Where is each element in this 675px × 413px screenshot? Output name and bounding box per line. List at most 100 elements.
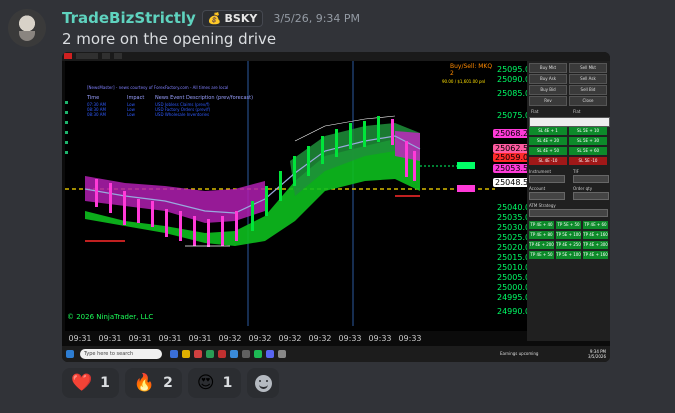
order-button[interactable]: Buy Ask <box>529 74 567 84</box>
time-axis-label: 09:31 <box>128 334 152 343</box>
news-row-time: 08:30 AM <box>87 112 106 117</box>
system-clock[interactable]: 9:34 PM 3/5/2026 <box>588 349 606 359</box>
time-axis-label: 09:32 <box>248 334 272 343</box>
server-tag[interactable]: 💰 BSKY <box>201 9 264 27</box>
avatar[interactable] <box>8 9 46 47</box>
app-icon[interactable] <box>206 350 214 358</box>
tp-button[interactable]: TP 4E + 80 <box>529 231 554 239</box>
task-view-icon[interactable] <box>170 350 178 358</box>
app-icon[interactable] <box>278 350 286 358</box>
position-label: Flat <box>531 109 539 114</box>
field-input[interactable] <box>573 192 609 200</box>
buysell-title: Buy/Sell: MKQ 2 <box>450 63 493 77</box>
tp-button[interactable]: TP 4E + 40 <box>529 221 554 229</box>
time-axis-label: 09:33 <box>368 334 392 343</box>
weather-widget[interactable]: Earnings upcoming <box>500 351 538 356</box>
add-reaction-button[interactable] <box>247 368 280 398</box>
app-icon[interactable] <box>194 350 202 358</box>
reaction-fire[interactable]: 🔥 2 <box>124 368 182 398</box>
tp-button[interactable]: TP 4E + 250 <box>556 241 581 249</box>
sl-button[interactable]: SL 5E -10 <box>569 157 607 165</box>
sl-button[interactable]: SL 4E + 1 <box>529 127 567 135</box>
news-header-time: Time <box>87 95 100 101</box>
field-label: Account <box>529 186 546 191</box>
username[interactable]: TradeBizStrictly <box>62 9 196 27</box>
order-button[interactable]: Buy Mkt <box>529 63 567 73</box>
time-axis-label: 09:32 <box>308 334 332 343</box>
news-title: [NewsMaster] - news courtesy of ForexFac… <box>87 85 229 90</box>
order-entry-panel: Buy Mkt Sell Mkt Buy Ask Sell Ask Buy Bid Sel… <box>527 61 610 341</box>
tp-button[interactable]: TP 4E + 200 <box>529 241 554 249</box>
field-label: ATM Strategy <box>529 203 556 208</box>
reaction-count: 1 <box>100 375 110 391</box>
order-button[interactable]: Sell Mkt <box>569 63 607 73</box>
price-axis: 25095.00 25090.00 25085.00 25075.00 25040.00… <box>493 61 536 331</box>
order-button[interactable]: Close <box>569 96 607 106</box>
order-button[interactable]: Sell Bid <box>569 85 607 95</box>
app-logo-icon <box>64 53 72 59</box>
smiley-icon <box>254 374 272 392</box>
reaction-count: 1 <box>222 375 233 391</box>
pnl-readout: 90.00 / $1,601.00 pnl <box>442 79 486 84</box>
tp-button[interactable]: TP 4E + 60 <box>583 221 608 229</box>
news-row-desc: USD Wholesale Inventories <box>155 112 210 117</box>
field-input[interactable] <box>573 175 609 183</box>
reaction-count: 2 <box>163 375 173 391</box>
tp-button[interactable]: TP 4E + 50 <box>529 251 554 259</box>
reactions-bar: ❤️ 1 🔥 2 😍 1 <box>62 368 280 398</box>
position-label: Flat <box>573 109 581 114</box>
heart-emoji-icon: ❤️ <box>71 372 93 393</box>
field-label: TIF <box>573 169 579 174</box>
order-button[interactable]: Sell Ask <box>569 74 607 84</box>
time-axis: 09:31 09:31 09:31 09:31 09:31 09:32 09:32 09:32… <box>65 331 495 345</box>
position-bar <box>529 117 610 127</box>
reaction-heart-eyes[interactable]: 😍 1 <box>187 368 242 398</box>
left-markers <box>65 101 68 154</box>
sl-button[interactable]: SL 5E + 10 <box>569 127 607 135</box>
spotify-icon[interactable] <box>254 350 262 358</box>
time-axis-label: 09:31 <box>68 334 92 343</box>
browser-icon[interactable] <box>230 350 238 358</box>
tp-button[interactable]: TP 5E + 100 <box>556 251 581 259</box>
window-titlebar <box>62 52 610 61</box>
field-input[interactable] <box>529 209 608 217</box>
order-button[interactable]: Rev <box>529 96 567 106</box>
order-button[interactable]: Buy Bid <box>529 85 567 95</box>
interval-selector[interactable] <box>102 53 110 59</box>
price-chart[interactable]: [NewsMaster] - news courtesy of ForexFac… <box>65 61 495 343</box>
app-icon[interactable] <box>242 350 250 358</box>
tp-button[interactable]: TP 4E + 300 <box>583 241 608 249</box>
field-label: Instrument <box>529 169 552 174</box>
clock-date: 3/5/2026 <box>588 354 606 359</box>
tp-button[interactable]: TP 5E + 100 <box>556 231 581 239</box>
tp-button[interactable]: TP 4E + 160 <box>583 231 608 239</box>
time-axis-label: 09:32 <box>218 334 242 343</box>
reaction-heart[interactable]: ❤️ 1 <box>62 368 119 398</box>
sl-button[interactable]: SL 4E -10 <box>529 157 567 165</box>
sl-button[interactable]: SL 5E + 30 <box>569 137 607 145</box>
sl-button[interactable]: SL 4E + 50 <box>529 147 567 155</box>
server-tag-label: BSKY <box>224 11 258 25</box>
tp-button[interactable]: TP 4E + 160 <box>583 251 608 259</box>
field-input[interactable] <box>529 175 565 183</box>
sl-button[interactable]: SL 5E + 60 <box>569 147 607 155</box>
timestamp: 3/5/26, 9:34 PM <box>273 11 361 25</box>
time-axis-label: 09:31 <box>188 334 212 343</box>
fire-emoji-icon: 🔥 <box>133 372 156 393</box>
time-axis-label: 09:33 <box>398 334 422 343</box>
time-axis-label: 09:33 <box>338 334 362 343</box>
windows-taskbar: Type here to search Earnings upcoming 9:… <box>62 346 610 362</box>
ninjatrader-icon[interactable] <box>218 350 226 358</box>
windows-start-icon[interactable] <box>66 350 74 358</box>
discord-icon[interactable] <box>266 350 274 358</box>
taskbar-search-input[interactable]: Type here to search <box>80 349 162 359</box>
file-explorer-icon[interactable] <box>182 350 190 358</box>
tp-button[interactable]: TP 5E + 50 <box>556 221 581 229</box>
toolbar-button[interactable] <box>114 53 122 59</box>
attachment-screenshot[interactable]: [NewsMaster] - news courtesy of ForexFac… <box>62 52 610 362</box>
heart-eyes-emoji-icon: 😍 <box>196 372 215 393</box>
sl-button[interactable]: SL 4E + 20 <box>529 137 567 145</box>
field-input[interactable] <box>529 192 565 200</box>
message-header: TradeBizStrictly 💰 BSKY 3/5/26, 9:34 PM <box>62 9 360 27</box>
instrument-selector[interactable] <box>76 53 98 59</box>
